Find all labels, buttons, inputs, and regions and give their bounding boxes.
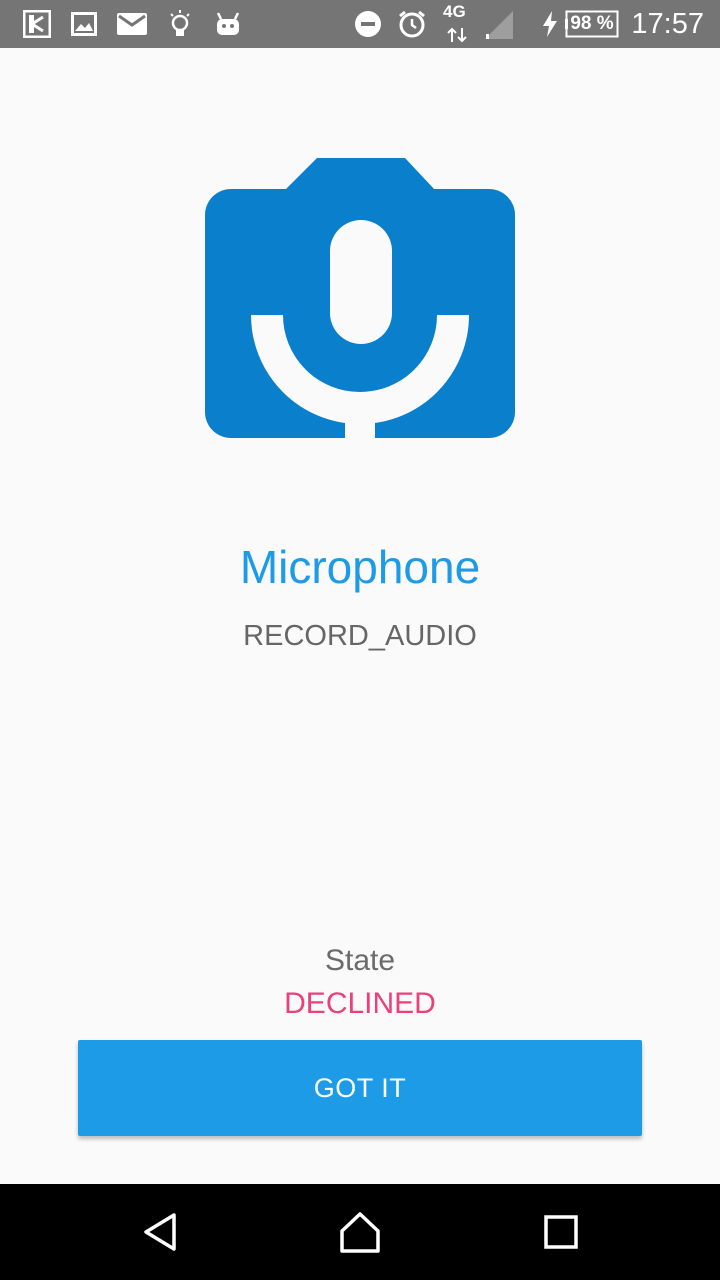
back-icon[interactable] [136,1208,184,1256]
lightbulb-icon [168,8,192,40]
alarm-icon [397,8,427,40]
permission-title: Microphone [239,541,481,593]
mail-icon [117,8,147,40]
charging-icon [540,8,560,40]
flipboard-icon [22,8,52,40]
permission-screen: 4G 98 % 17:57 Microphone RECORD_AUDIO St… [0,0,720,1280]
image-icon [70,8,98,40]
android-icon [214,8,242,40]
permission-name: RECORD_AUDIO [243,620,477,652]
signal-icon [482,8,516,40]
home-icon[interactable] [336,1208,384,1256]
status-bar: 4G 98 % 17:57 [0,0,720,48]
recents-icon[interactable] [537,1208,585,1256]
status-clock: 17:57 [631,8,704,40]
data-arrows-icon [445,26,469,44]
state-value: DECLINED [284,987,436,1020]
battery-percentage: 98 % [570,13,614,34]
battery-icon: 98 % [565,8,619,40]
do-not-disturb-icon [353,8,383,40]
state-label: State [324,944,396,977]
got-it-button[interactable]: GOT IT [78,1040,642,1136]
navigation-bar [0,1184,720,1280]
microphone-camera-icon [205,158,515,439]
network-type-label: 4G [443,2,466,21]
